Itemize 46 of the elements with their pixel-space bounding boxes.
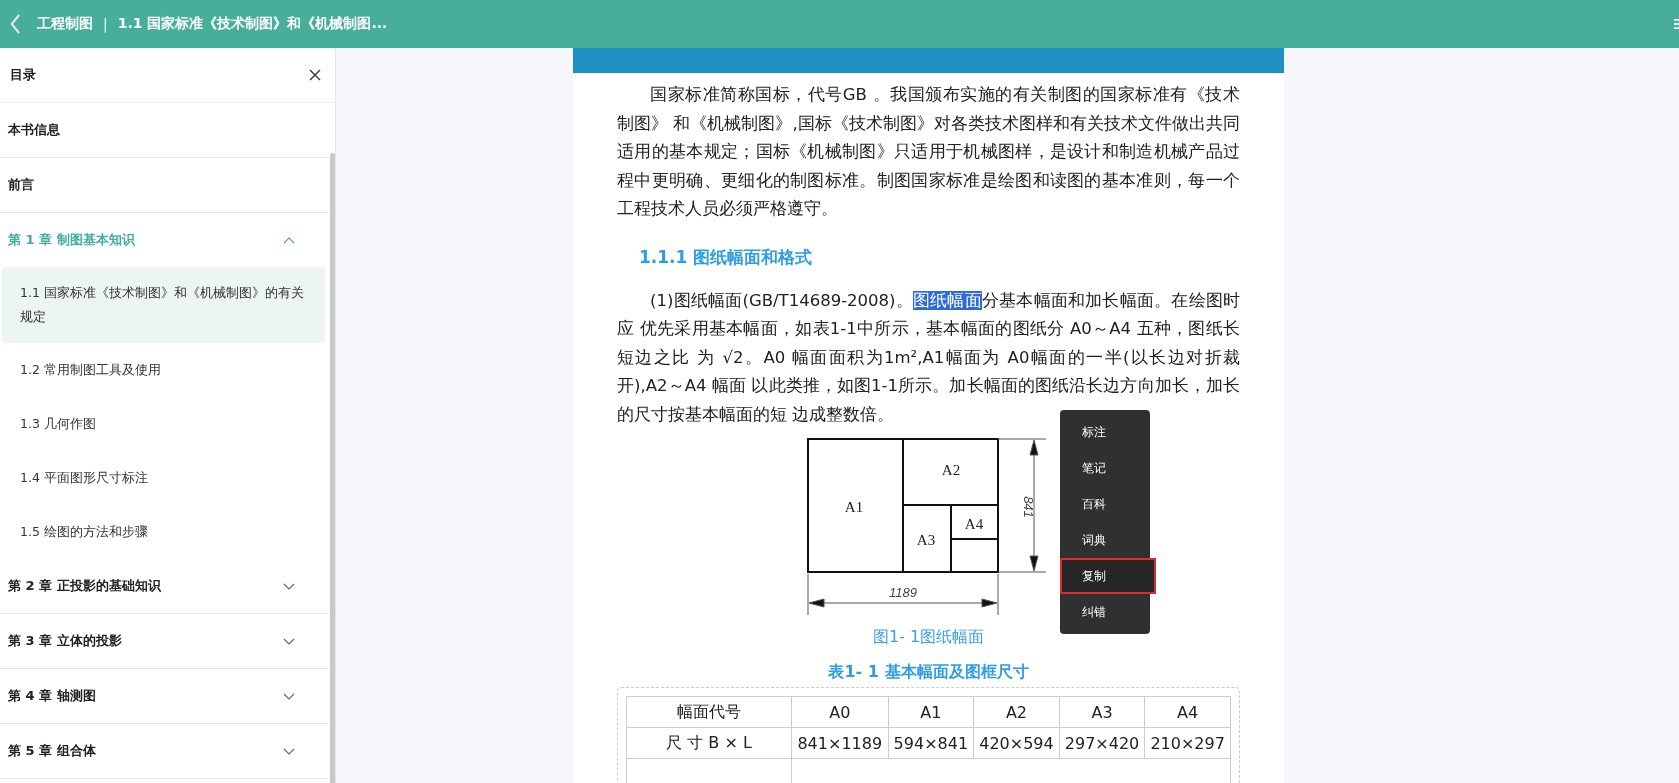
back-icon[interactable] xyxy=(10,14,21,34)
toc-subitem[interactable]: 1.1 国家标准《技术制图》和《机械制图》的有关规定 xyxy=(2,267,325,343)
chevron-down-icon xyxy=(283,637,295,645)
toc-chapter[interactable]: 第 5 章 组合体 xyxy=(0,724,329,779)
chevron-up-icon xyxy=(283,236,295,244)
menu-icon[interactable] xyxy=(1674,19,1679,29)
menu-item[interactable]: 复制 xyxy=(1060,558,1156,594)
table-header-cell: 幅面代号 xyxy=(626,696,792,728)
table-header-cell: A0 xyxy=(791,696,889,728)
scrollbar[interactable] xyxy=(330,153,335,783)
table-title: 表1- 1 基本幅面及图框尺寸 xyxy=(827,662,1030,683)
table-cell: 210×297 xyxy=(1144,727,1231,759)
toc-chapter[interactable]: 第 3 章 立体的投影 xyxy=(0,614,329,669)
paragraph: 国家标准简称国标，代号GB 。我国颁布实施的有关制图的国家标准有《技术制图》 和《机械制图》,国标《技术制图》对各类技术图样和有关技术文件做出共同适用的基本规定；国标《机械制图》只适用于机械图样，是设计和制造机械产品过程中更明确、更细化的制图标准。制图国家标准是绘图和读图的基本准则，每一个工程技术人员必须严格遵守。 xyxy=(617,84,1240,220)
sidebar-title: 目录 xyxy=(10,66,36,84)
book-title: 工程制图 xyxy=(37,15,93,33)
menu-item[interactable]: 笔记 xyxy=(1060,450,1150,486)
menu-item[interactable]: 标注 xyxy=(1060,414,1150,450)
menu-item[interactable]: 词典 xyxy=(1060,522,1150,558)
toc-item[interactable]: 前言 xyxy=(0,158,329,213)
table-header-cell: A1 xyxy=(888,696,974,728)
table-cell: 尺 寸 B × L xyxy=(626,727,792,759)
chevron-down-icon xyxy=(283,582,295,590)
section-heading: 1.1.1 图纸幅面和格式 xyxy=(639,245,814,269)
chevron-down-icon xyxy=(283,747,295,755)
toc-chapter[interactable]: 第 4 章 轴测图 xyxy=(0,669,329,724)
close-icon[interactable] xyxy=(309,69,321,81)
table-cell: 841×1189 xyxy=(791,727,889,759)
table-header-cell: A2 xyxy=(973,696,1060,728)
title-separator: | xyxy=(103,16,108,32)
toc-subitem[interactable]: 1.5 绘图的方法和步骤 xyxy=(2,505,325,559)
table-cell: 594×841 xyxy=(888,727,974,759)
menu-item[interactable]: 百科 xyxy=(1060,486,1150,522)
table-cell: 297×420 xyxy=(1059,727,1145,759)
table-cell: 420×594 xyxy=(973,727,1060,759)
chapter-title: 1.1 国家标准《技术制图》和《机械制图... xyxy=(117,15,388,33)
table-header-cell: A3 xyxy=(1059,696,1145,728)
chevron-down-icon xyxy=(283,692,295,700)
figure-caption: 图1- 1图纸幅面 xyxy=(871,627,986,648)
table-header-cell: A4 xyxy=(1144,696,1231,728)
toc-subitem[interactable]: 1.4 平面图形尺寸标注 xyxy=(2,451,325,505)
menu-item[interactable]: 纠错 xyxy=(1060,594,1150,630)
toc-subitem[interactable]: 1.3 几何作图 xyxy=(2,397,325,451)
toc-chapter[interactable]: 第 2 章 正投影的基础知识 xyxy=(0,559,329,614)
toc-subitem[interactable]: 1.2 常用制图工具及使用 xyxy=(2,343,325,397)
toc-item[interactable]: 本书信息 xyxy=(0,103,329,158)
